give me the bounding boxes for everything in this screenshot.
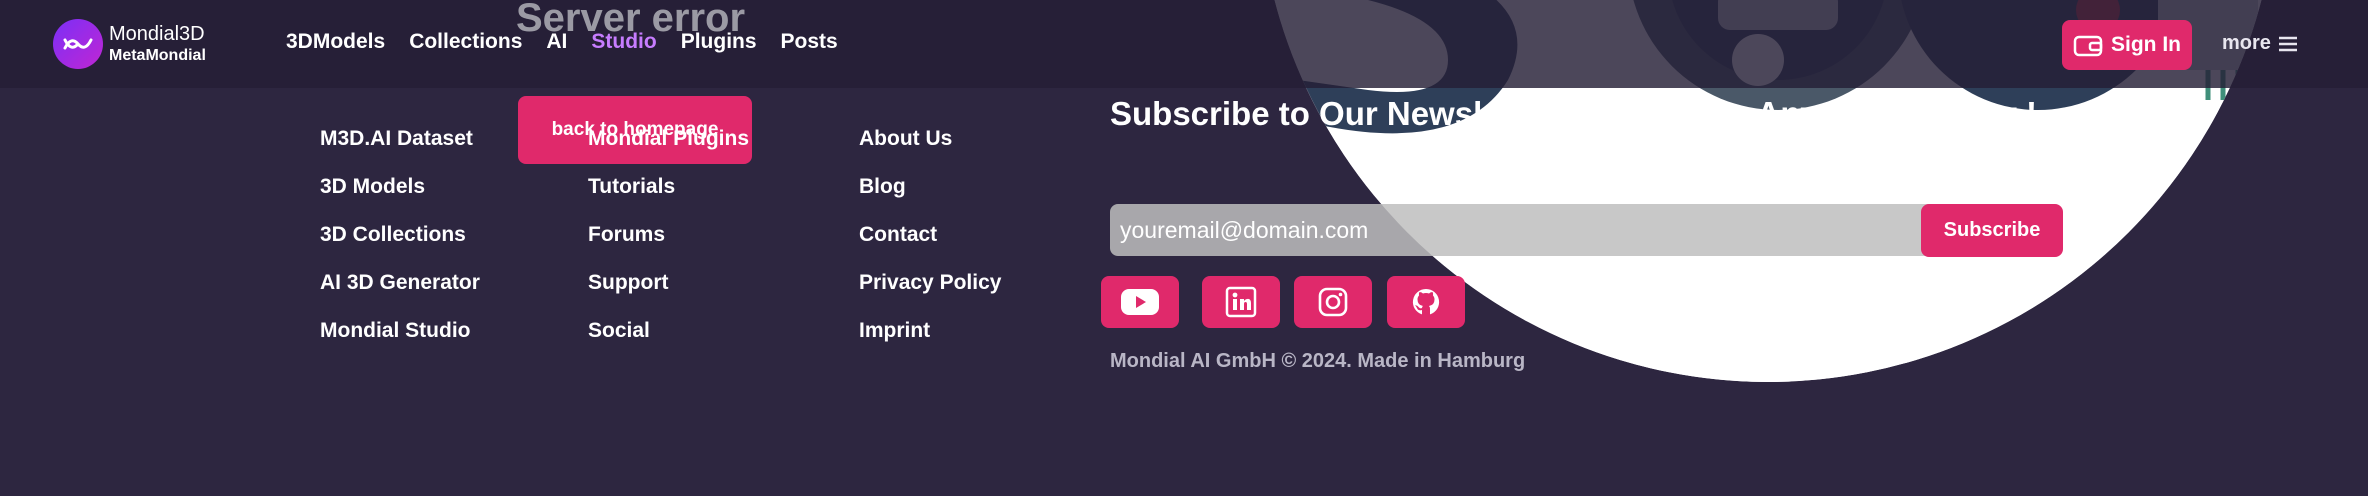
sign-in-label: Sign In <box>2111 33 2181 56</box>
footer-column-products: M3D.AI Dataset 3D Models 3D Collections … <box>320 127 480 367</box>
footer-link-3d-models[interactable]: 3D Models <box>320 175 480 223</box>
nav-posts[interactable]: Posts <box>781 30 838 54</box>
sign-in-button[interactable]: Sign In <box>2062 20 2192 70</box>
footer-link-about-us[interactable]: About Us <box>859 127 1001 175</box>
footer-link-forums[interactable]: Forums <box>588 223 749 271</box>
top-navbar: Mondial3D MetaMondial 3DModels Collectio… <box>0 0 2368 88</box>
hamburger-icon <box>2278 36 2297 51</box>
wallet-icon <box>2073 35 2103 57</box>
linkedin-button[interactable] <box>1202 276 1280 328</box>
footer-link-mondial-studio[interactable]: Mondial Studio <box>320 319 480 367</box>
youtube-button[interactable] <box>1101 276 1179 328</box>
footer-column-resources: Mondial Plugins Tutorials Forums Support… <box>588 127 749 367</box>
nav-collections[interactable]: Collections <box>409 30 522 54</box>
subscribe-button[interactable]: Subscribe <box>1921 204 2063 257</box>
nav-3dmodels[interactable]: 3DModels <box>286 30 385 54</box>
footer-link-tutorials[interactable]: Tutorials <box>588 175 749 223</box>
footer-link-mondial-plugins[interactable]: Mondial Plugins <box>588 127 749 175</box>
more-label: more <box>2222 32 2271 54</box>
footer-link-3d-collections[interactable]: 3D Collections <box>320 223 480 271</box>
brand-subtitle: MetaMondial <box>109 47 206 65</box>
copyright-text: Mondial AI GmbH © 2024. Made in Hamburg <box>1110 350 1526 372</box>
linkedin-icon <box>1225 286 1257 318</box>
newsletter-title: Subscribe to Our Newsletter - Don't Miss… <box>1110 95 2038 132</box>
footer-link-support[interactable]: Support <box>588 271 749 319</box>
footer-link-privacy-policy[interactable]: Privacy Policy <box>859 271 1001 319</box>
instagram-button[interactable] <box>1294 276 1372 328</box>
youtube-icon <box>1121 289 1159 315</box>
instagram-icon <box>1318 287 1348 317</box>
github-icon <box>1412 288 1440 315</box>
more-menu-button[interactable]: more <box>2222 32 2299 55</box>
error-title: Server error <box>516 0 746 40</box>
logo-icon <box>53 19 103 69</box>
brand-name: Mondial3D <box>109 23 205 46</box>
newsletter-email-input[interactable] <box>1110 204 1950 256</box>
github-button[interactable] <box>1387 276 1465 328</box>
footer-link-ai-3d-generator[interactable]: AI 3D Generator <box>320 271 480 319</box>
footer-link-social[interactable]: Social <box>588 319 749 367</box>
footer-link-m3d-dataset[interactable]: M3D.AI Dataset <box>320 127 480 175</box>
footer-link-imprint[interactable]: Imprint <box>859 319 1001 367</box>
footer-column-company: About Us Blog Contact Privacy Policy Imp… <box>859 127 1001 367</box>
footer-link-contact[interactable]: Contact <box>859 223 1001 271</box>
brand-logo[interactable]: Mondial3D MetaMondial <box>53 19 206 69</box>
footer-link-blog[interactable]: Blog <box>859 175 1001 223</box>
